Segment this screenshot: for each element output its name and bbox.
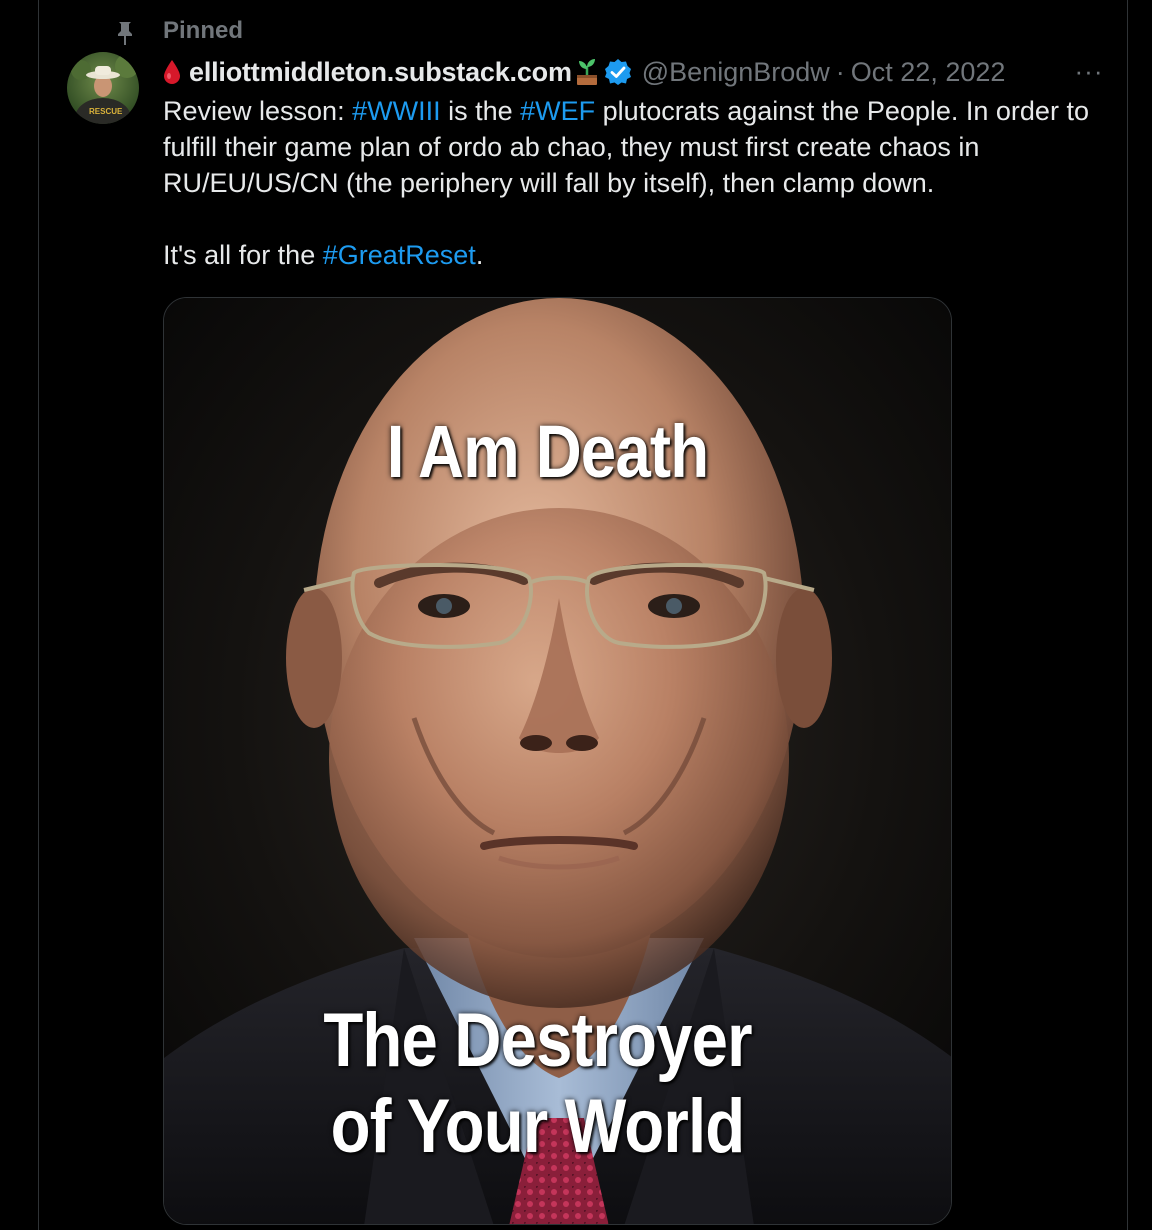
tweet-date[interactable]: Oct 22, 2022 [851,57,1006,88]
text-segment: . [475,240,484,270]
tweet-paragraph-1: Review lesson: #WWIII is the #WEF plutoc… [163,93,1113,201]
text-segment: Review lesson: [163,96,353,126]
text-segment: It's all for the [163,240,323,270]
caption-bottom-line-2: of Your World [330,1084,745,1169]
caption-top: I Am Death [386,410,709,493]
blood-drop-icon [164,60,180,84]
more-icon[interactable]: ··· [1069,56,1109,86]
tweet-paragraph-2: It's all for the #GreatReset. [163,237,1113,273]
hashtag-wef[interactable]: #WEF [520,96,595,126]
text-segment: is the [440,96,521,126]
tweet-card[interactable]: Pinned RESCUE elliottmiddleton.substack.… [38,0,1128,1230]
handle[interactable]: @BenignBrodw [642,57,830,88]
tweet-header: elliottmiddleton.substack.com @BenignBro… [163,54,1103,90]
hashtag-wwiii[interactable]: #WWIII [352,96,441,126]
pin-icon [118,22,132,45]
avatar[interactable]: RESCUE [67,52,139,124]
tweet-media-image[interactable]: I Am Death The Destroyer of Your World [163,297,952,1225]
pinned-label: Pinned [163,17,244,44]
caption-bottom: The Destroyer of Your World [199,998,876,1170]
display-name[interactable]: elliottmiddleton.substack.com [189,57,572,88]
avatar-badge-text: RESCUE [89,107,123,116]
caption-bottom-line-1: The Destroyer [323,998,752,1083]
sprout-icon [576,59,597,85]
hashtag-greatreset[interactable]: #GreatReset [323,240,476,270]
verified-badge-icon[interactable] [604,58,632,86]
tweet-body: Review lesson: #WWIII is the #WEF plutoc… [163,93,1113,273]
separator-dot: · [835,56,845,87]
